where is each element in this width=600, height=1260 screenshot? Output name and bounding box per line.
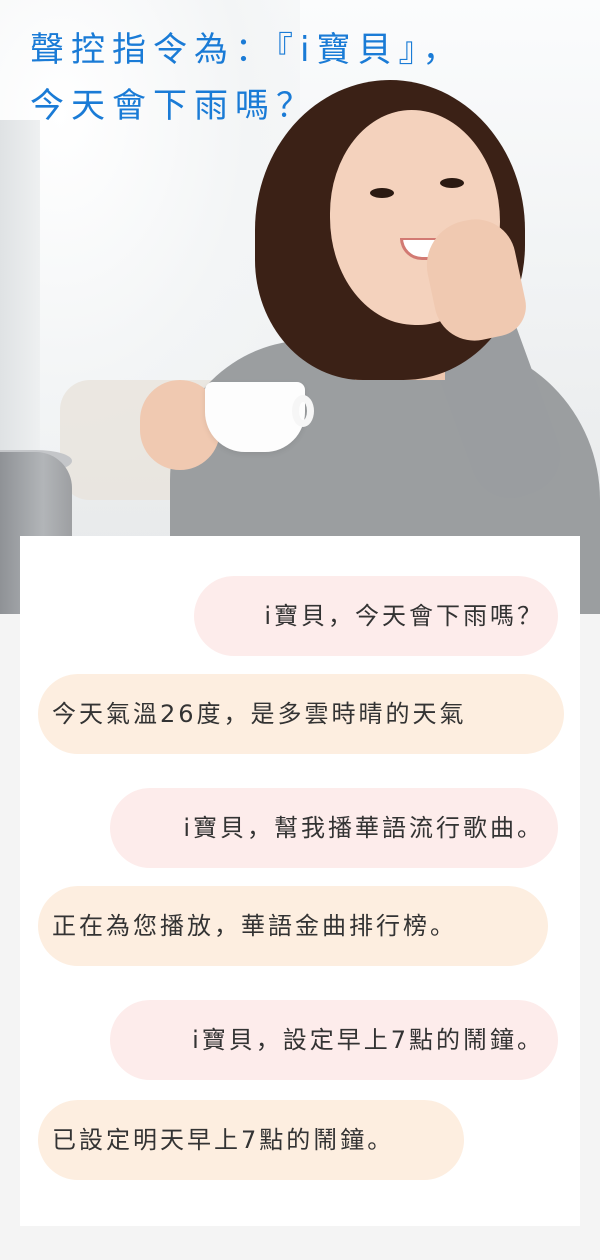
assistant-message-3: 已設定明天早上7點的鬧鐘。 [38,1100,464,1180]
coffee-cup [205,382,305,452]
user-message-3: i寶貝，設定早上7點的鬧鐘。 [110,1000,558,1080]
right-eye [440,178,464,188]
message-text: i寶貝，幫我播華語流行歌曲。 [183,814,544,842]
user-message-2: i寶貝，幫我播華語流行歌曲。 [110,788,558,868]
message-text: 已設定明天早上7點的鬧鐘。 [52,1126,395,1154]
headline-line-1: 聲控指令為：『i寶貝』， [30,30,464,70]
assistant-message-2: 正在為您播放，華語金曲排行榜。 [38,886,548,966]
headline: 聲控指令為：『i寶貝』， 今天會下雨嗎？ [30,22,463,134]
cup-handle [292,395,314,427]
message-text: 正在為您播放，華語金曲排行榜。 [52,912,457,940]
message-text: i寶貝，今天會下雨嗎？ [264,602,544,630]
message-text: i寶貝，設定早上7點的鬧鐘。 [192,1026,544,1054]
left-eye [370,188,394,198]
user-message-1: i寶貝，今天會下雨嗎？ [194,576,558,656]
headline-line-2: 今天會下雨嗎？ [30,86,317,126]
conversation-card: i寶貝，今天會下雨嗎？ 今天氣溫26度，是多雲時晴的天氣 i寶貝，幫我播華語流行… [20,536,580,1226]
assistant-message-1: 今天氣溫26度，是多雲時晴的天氣 [38,674,564,754]
message-text: 今天氣溫26度，是多雲時晴的天氣 [52,700,467,728]
